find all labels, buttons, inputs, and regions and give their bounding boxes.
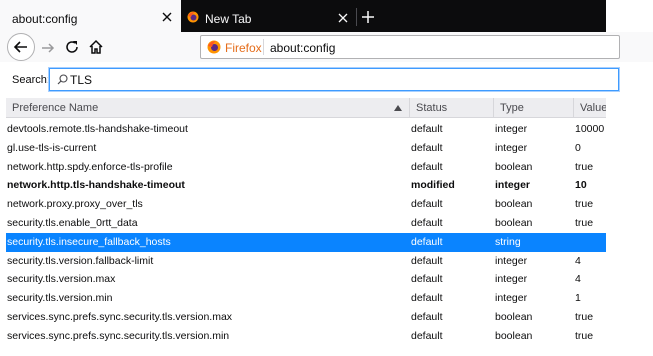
value-cell: 10000 xyxy=(575,123,605,135)
type-cell: integer xyxy=(495,292,528,305)
table-row[interactable]: network.proxy.proxy_over_tls default boole… xyxy=(6,195,606,214)
preference-name-cell: services.sync.prefs.sync.security.tls.ve… xyxy=(7,329,230,342)
preference-name-cell: network.http.spdy.enforce-tls-profile xyxy=(7,160,173,173)
reload-icon[interactable] xyxy=(64,39,80,55)
tab-title: New Tab xyxy=(205,12,252,26)
value-cell: true xyxy=(575,198,594,211)
status-cell: default xyxy=(411,292,443,305)
table-row[interactable]: network.http.tls-handshake-timeout modifi… xyxy=(6,176,606,195)
status-cell: default xyxy=(411,310,443,323)
back-arrow-icon xyxy=(13,41,27,53)
type-cell: boolean xyxy=(495,160,533,173)
type-cell: integer xyxy=(495,179,531,192)
search-box[interactable] xyxy=(49,68,619,91)
firefox-logo-icon xyxy=(187,11,199,23)
back-button[interactable] xyxy=(7,33,35,61)
column-header-value[interactable]: Value xyxy=(574,98,606,118)
firefox-logo-icon xyxy=(207,40,221,54)
home-icon[interactable] xyxy=(88,39,104,55)
status-cell: default xyxy=(411,141,443,154)
table-row[interactable]: devtools.remote.tls-handshake-timeout def… xyxy=(6,120,606,139)
forward-arrow-icon[interactable] xyxy=(40,40,56,56)
table-row[interactable]: security.tls.enable_0rtt_data default bool… xyxy=(6,214,606,233)
type-cell: boolean xyxy=(495,198,533,211)
table-row[interactable]: security.tls.version.min default integer 1 xyxy=(6,289,606,308)
value-cell: true xyxy=(575,329,594,342)
tab-new-tab[interactable]: New Tab xyxy=(181,0,356,32)
type-cell: boolean xyxy=(495,310,533,323)
preference-name-cell: security.tls.version.fallback-limit xyxy=(7,254,154,267)
sort-ascending-icon xyxy=(394,105,402,111)
tab-divider xyxy=(356,8,357,26)
preferences-table: Preference Name Status Type Value devtoo… xyxy=(6,98,606,348)
close-icon[interactable] xyxy=(160,10,174,24)
value-cell: true xyxy=(575,310,594,323)
url-bar[interactable]: Firefox about:config xyxy=(200,35,620,59)
preference-name-cell: services.sync.prefs.sync.security.tls.ve… xyxy=(7,310,233,323)
type-cell: integer xyxy=(495,254,528,267)
table-row[interactable]: security.tls.version.fallback-limit defau… xyxy=(6,252,606,271)
tab-title: about:config xyxy=(12,12,78,26)
magnifier-icon xyxy=(57,74,68,85)
value-cell: 1 xyxy=(575,292,581,305)
type-cell: integer xyxy=(495,141,528,154)
table-body: devtools.remote.tls-handshake-timeout def… xyxy=(6,120,606,346)
preference-name-cell: network.http.tls-handshake-timeout xyxy=(7,179,185,192)
search-label: Search: xyxy=(12,74,50,86)
search-input[interactable] xyxy=(70,71,610,88)
url-separator xyxy=(263,39,264,55)
table-header: Preference Name Status Type Value xyxy=(6,98,606,118)
preference-name-cell: security.tls.insecure_fallback_hosts xyxy=(7,235,171,248)
tab-about-config[interactable]: about:config xyxy=(0,0,181,33)
status-cell: default xyxy=(411,123,443,135)
status-cell: default xyxy=(411,198,443,211)
status-cell: default xyxy=(411,160,443,173)
table-row[interactable]: services.sync.prefs.sync.security.tls.ve… xyxy=(6,327,606,346)
column-header-preference-name[interactable]: Preference Name xyxy=(6,98,410,118)
type-cell: boolean xyxy=(495,216,533,229)
table-row[interactable]: security.tls.insecure_fallback_hosts defa… xyxy=(6,232,606,252)
table-row[interactable]: gl.use-tls-is-current default integer 0 xyxy=(6,139,606,158)
value-cell: true xyxy=(575,216,594,229)
table-row[interactable]: network.http.spdy.enforce-tls-profile def… xyxy=(6,158,606,177)
status-cell: default xyxy=(411,216,443,229)
type-cell: integer xyxy=(495,273,528,286)
preference-name-cell: devtools.remote.tls-handshake-timeout xyxy=(7,123,188,135)
url-text[interactable]: about:config xyxy=(270,41,335,55)
preference-name-cell: security.tls.version.max xyxy=(7,273,116,286)
value-cell: 10 xyxy=(575,179,587,192)
type-cell: boolean xyxy=(495,329,533,342)
value-cell: 4 xyxy=(575,254,581,267)
value-cell: 0 xyxy=(575,141,581,154)
preference-name-cell: security.tls.version.min xyxy=(7,292,113,305)
preference-name-cell: network.proxy.proxy_over_tls xyxy=(7,198,143,211)
status-cell: default xyxy=(411,235,443,248)
column-header-type[interactable]: Type xyxy=(494,98,574,118)
value-cell: 4 xyxy=(575,273,581,286)
status-cell: default xyxy=(411,254,443,267)
table-row[interactable]: services.sync.prefs.sync.security.tls.ve… xyxy=(6,308,606,327)
table-row[interactable]: security.tls.version.max default integer 4 xyxy=(6,270,606,289)
type-cell: integer xyxy=(495,123,528,135)
identity-label[interactable]: Firefox xyxy=(225,41,262,55)
type-cell: string xyxy=(495,235,521,248)
status-cell: default xyxy=(411,329,443,342)
status-cell: modified xyxy=(411,179,455,192)
tab-strip: about:config New Tab xyxy=(0,0,606,33)
close-icon[interactable] xyxy=(337,12,349,24)
column-header-status[interactable]: Status xyxy=(410,98,494,118)
value-cell: true xyxy=(575,160,594,173)
preference-name-cell: gl.use-tls-is-current xyxy=(7,141,97,154)
status-cell: default xyxy=(411,273,443,286)
plus-icon[interactable] xyxy=(360,9,376,25)
preference-name-cell: security.tls.enable_0rtt_data xyxy=(7,216,138,229)
